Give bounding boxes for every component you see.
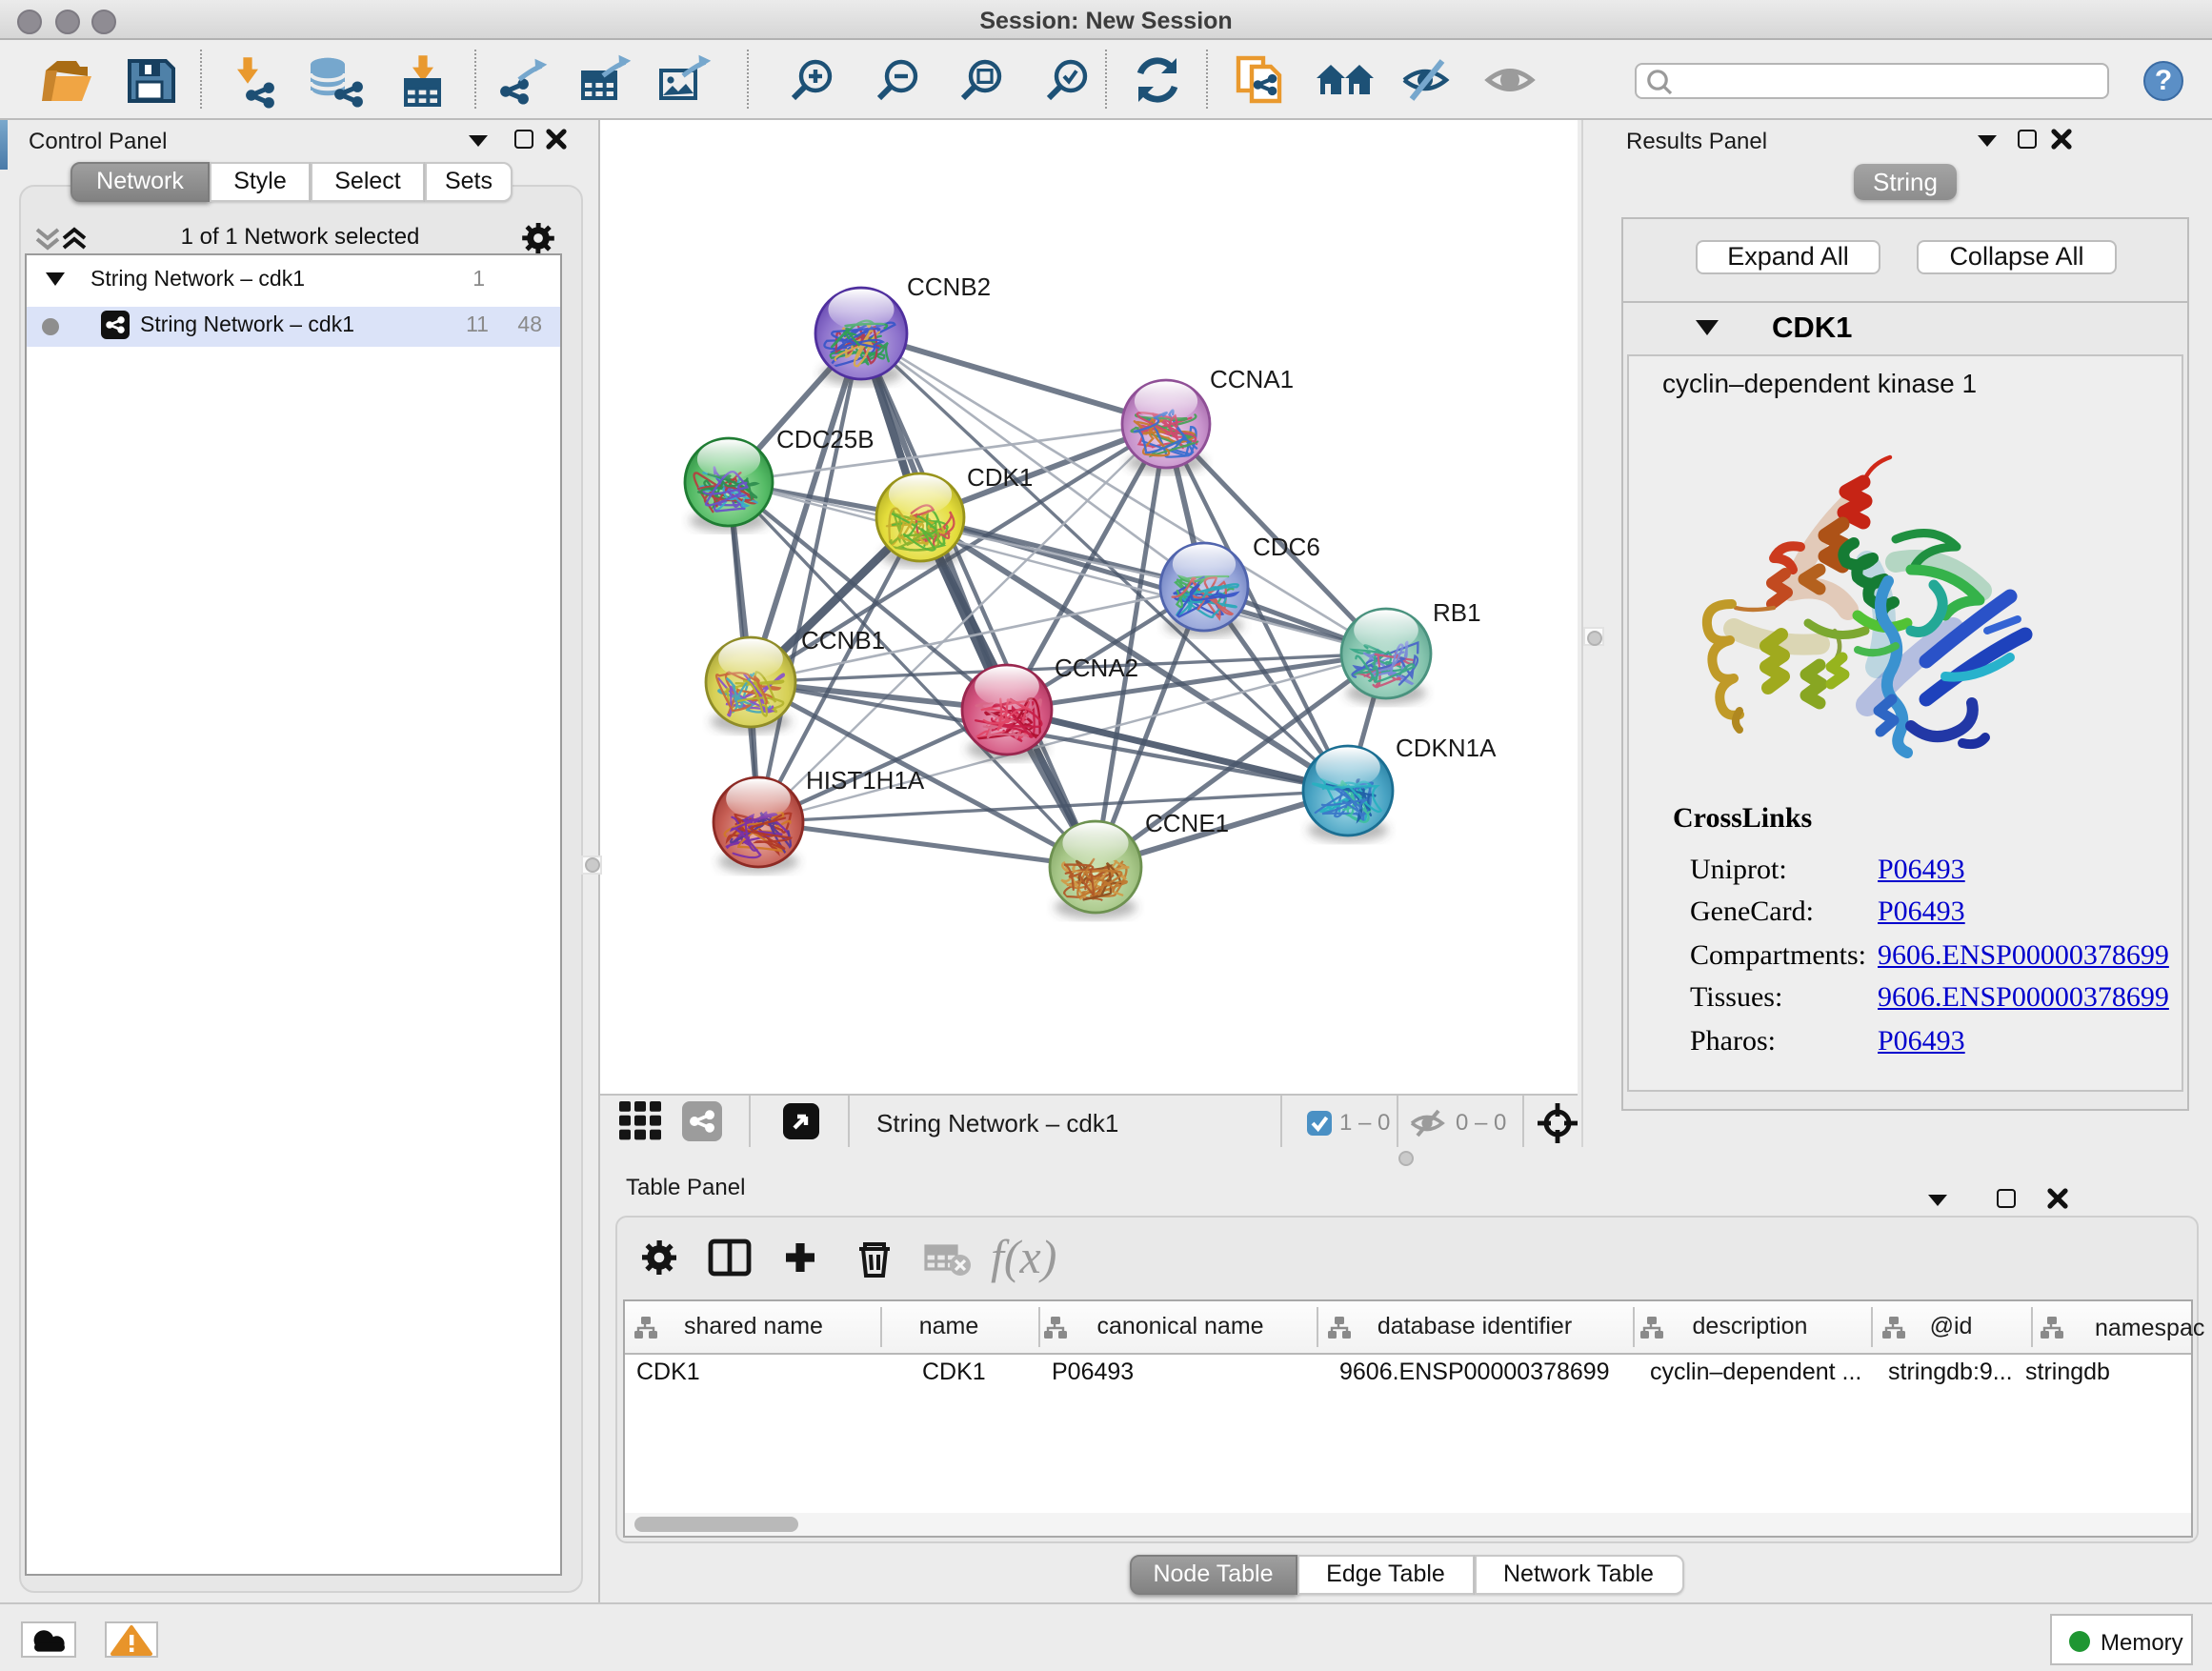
svg-text:HIST1H1A: HIST1H1A — [806, 766, 925, 795]
svg-text:f(x): f(x) — [991, 1230, 1056, 1283]
svg-text:CCNA1: CCNA1 — [1210, 365, 1294, 393]
svg-text:CDKN1A: CDKN1A — [1396, 734, 1497, 762]
svg-text:CDC25B: CDC25B — [776, 425, 875, 453]
svg-text:CCNA2: CCNA2 — [1055, 654, 1138, 682]
svg-text:RB1: RB1 — [1433, 598, 1481, 627]
svg-text:CDC6: CDC6 — [1253, 533, 1320, 561]
svg-text:CCNE1: CCNE1 — [1145, 809, 1229, 837]
svg-text:CDK1: CDK1 — [967, 463, 1033, 492]
svg-text:CCNB2: CCNB2 — [907, 272, 991, 301]
svg-text:CCNB1: CCNB1 — [801, 626, 885, 654]
